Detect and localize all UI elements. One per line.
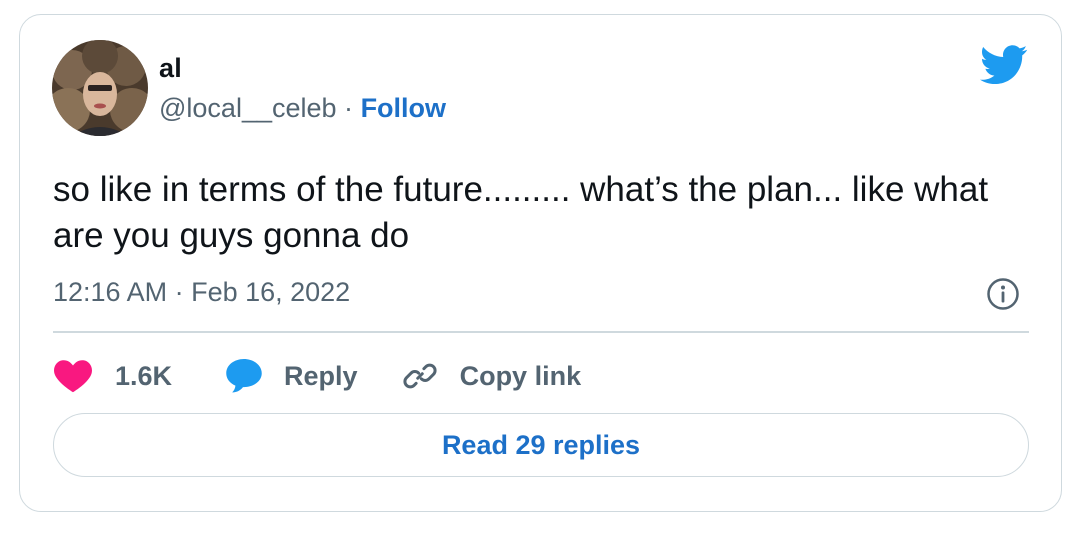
handle-line: @local__celeb · Follow (159, 93, 446, 124)
tweet-timestamp[interactable]: 12:16 AM · Feb 16, 2022 (53, 277, 350, 308)
author-handle[interactable]: @local__celeb (159, 93, 337, 123)
reply-label: Reply (284, 360, 358, 391)
info-icon[interactable] (986, 277, 1020, 311)
separator: · (344, 93, 354, 123)
link-icon (403, 363, 437, 389)
avatar[interactable] (52, 40, 148, 136)
follow-link[interactable]: Follow (361, 93, 446, 123)
divider (53, 331, 1029, 333)
read-replies-button[interactable]: Read 29 replies (53, 413, 1029, 477)
like-button[interactable]: 1.6K (53, 359, 172, 393)
tweet-text: so like in terms of the future......... … (53, 170, 989, 255)
heart-icon (54, 360, 92, 393)
tweet-card: al @local__celeb · Follow so like in ter… (19, 14, 1062, 512)
copy-link-label: Copy link (459, 360, 582, 391)
action-bar: 1.6K Reply Copy link (53, 353, 581, 399)
speech-bubble-icon (226, 359, 262, 393)
like-count: 1.6K (115, 360, 173, 391)
copy-link-button[interactable]: Copy link (402, 358, 582, 394)
twitter-bird-icon[interactable] (980, 45, 1028, 85)
author-name[interactable]: al (159, 53, 182, 84)
reply-button[interactable]: Reply (226, 359, 358, 393)
